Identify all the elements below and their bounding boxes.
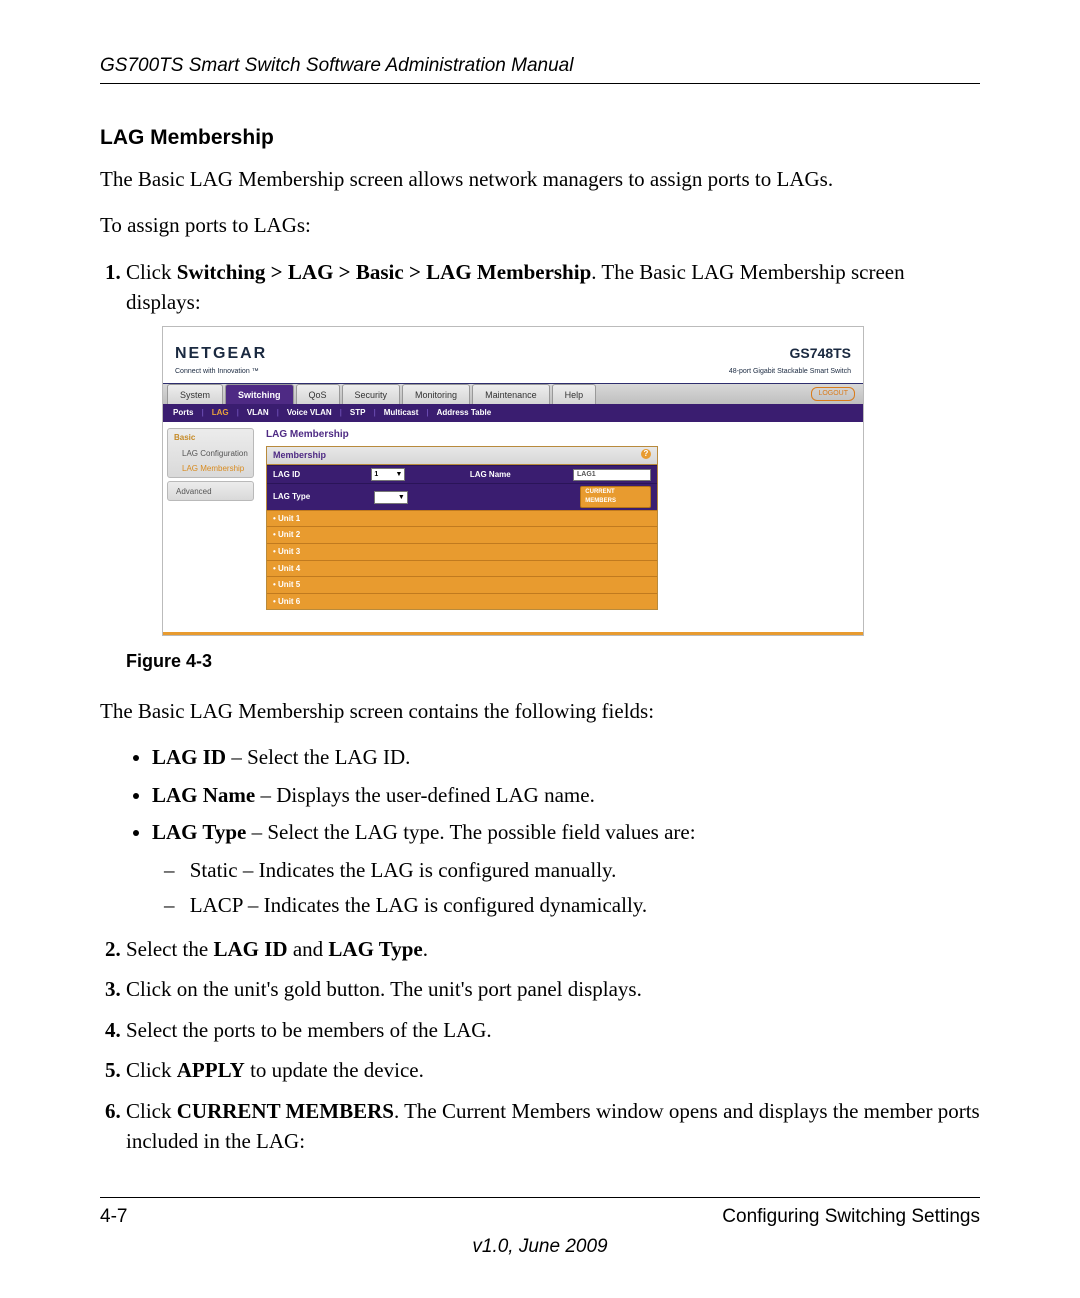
unit-row-4[interactable]: Unit 4: [267, 560, 657, 577]
sidebar-group-basic[interactable]: Basic: [168, 429, 253, 446]
help-icon[interactable]: ?: [641, 449, 651, 459]
label-lag-name: LAG Name: [464, 466, 567, 483]
fields-intro: The Basic LAG Membership screen contains…: [100, 696, 980, 726]
step-3: Click on the unit's gold button. The uni…: [126, 974, 980, 1004]
step6-b: CURRENT MEMBERS: [177, 1099, 394, 1123]
step2-post: .: [423, 937, 428, 961]
lag-type-select[interactable]: ▼: [374, 491, 408, 504]
sidebar-item-lag-configuration[interactable]: LAG Configuration: [168, 446, 253, 462]
footer-section-title: Configuring Switching Settings: [722, 1206, 980, 1228]
tab-switching[interactable]: Switching: [225, 384, 294, 404]
field-type-lacp: LACP – Indicates the LAG is configured d…: [186, 890, 980, 922]
content-title: LAG Membership: [266, 428, 855, 443]
label-lag-id: LAG ID: [267, 466, 365, 483]
tab-help[interactable]: Help: [552, 384, 597, 404]
step5-post: to update the device.: [245, 1058, 424, 1082]
tab-qos[interactable]: QoS: [296, 384, 340, 404]
footer-version: v1.0, June 2009: [100, 1236, 980, 1258]
lag-name-input[interactable]: LAG1: [573, 469, 651, 481]
field-lag-type-name: LAG Type: [152, 820, 246, 844]
page-footer: 4-7 Configuring Switching Settings: [100, 1197, 980, 1228]
subtab-multicast[interactable]: Multicast: [384, 407, 419, 419]
brand-text: NETGEAR: [175, 345, 267, 362]
step-6: Click CURRENT MEMBERS. The Current Membe…: [126, 1096, 980, 1157]
step-4: Select the ports to be members of the LA…: [126, 1015, 980, 1045]
subtab-voice-vlan[interactable]: Voice VLAN: [287, 407, 332, 419]
unit-row-5[interactable]: Unit 5: [267, 576, 657, 593]
model-label: GS748TS 48-port Gigabit Stackable Smart …: [729, 337, 851, 378]
step2-b1: LAG ID: [213, 937, 287, 961]
subtab-vlan[interactable]: VLAN: [247, 407, 269, 419]
field-lag-type-desc: – Select the LAG type. The possible fiel…: [246, 820, 695, 844]
footer-page-number: 4-7: [100, 1206, 127, 1228]
lag-id-select[interactable]: 1▼: [371, 468, 405, 481]
step2-b2: LAG Type: [328, 937, 422, 961]
field-lag-name-name: LAG Name: [152, 783, 255, 807]
netgear-logo: NETGEAR Connect with Innovation ™: [175, 337, 267, 378]
step5-pre: Click: [126, 1058, 177, 1082]
step-5: Click APPLY to update the device.: [126, 1055, 980, 1085]
step2-pre: Select the: [126, 937, 213, 961]
main-tabs: System Switching QoS Security Monitoring…: [163, 384, 863, 404]
step-1: Click Switching > LAG > Basic > LAG Memb…: [126, 257, 980, 674]
field-lag-id-name: LAG ID: [152, 745, 226, 769]
step1-prefix: Click: [126, 260, 177, 284]
current-members-button[interactable]: CURRENT MEMBERS: [580, 486, 651, 507]
sidebar-item-lag-membership[interactable]: LAG Membership: [168, 461, 253, 477]
unit-row-6[interactable]: Unit 6: [267, 593, 657, 610]
panel-head-label: Membership: [273, 449, 326, 462]
label-lag-type: LAG Type: [267, 484, 368, 509]
tab-maintenance[interactable]: Maintenance: [472, 384, 550, 404]
logout-button[interactable]: LOGOUT: [811, 387, 855, 401]
field-lag-id-desc: – Select the LAG ID.: [226, 745, 410, 769]
field-lag-id: LAG ID – Select the LAG ID.: [152, 742, 980, 774]
step2-mid: and: [288, 937, 329, 961]
step-2: Select the LAG ID and LAG Type.: [126, 934, 980, 964]
figure-screenshot: NETGEAR Connect with Innovation ™ GS748T…: [162, 326, 980, 636]
model-desc: 48-port Gigabit Stackable Smart Switch: [729, 367, 851, 377]
model-name: GS748TS: [790, 345, 851, 361]
brand-tagline: Connect with Innovation ™: [175, 367, 267, 377]
lag-id-value: 1: [374, 470, 378, 479]
running-header: GS700TS Smart Switch Software Administra…: [100, 55, 980, 84]
field-lag-name: LAG Name – Displays the user-defined LAG…: [152, 780, 980, 812]
subtab-ports[interactable]: Ports: [173, 407, 193, 419]
subtab-lag[interactable]: LAG: [212, 407, 229, 419]
unit-row-2[interactable]: Unit 2: [267, 526, 657, 543]
tab-security[interactable]: Security: [342, 384, 401, 404]
step1-path: Switching > LAG > Basic > LAG Membership: [177, 260, 592, 284]
tab-system[interactable]: System: [167, 384, 223, 404]
intro-paragraph: The Basic LAG Membership screen allows n…: [100, 164, 980, 194]
subtab-stp[interactable]: STP: [350, 407, 366, 419]
field-lag-type: LAG Type – Select the LAG type. The poss…: [152, 817, 980, 922]
step5-b: APPLY: [177, 1058, 245, 1082]
unit-row-3[interactable]: Unit 3: [267, 543, 657, 560]
sidebar-item-advanced[interactable]: Advanced: [168, 482, 253, 501]
field-type-static: Static – Indicates the LAG is configured…: [186, 855, 980, 887]
field-lag-name-desc: – Displays the user-defined LAG name.: [255, 783, 595, 807]
step6-pre: Click: [126, 1099, 177, 1123]
lead-in: To assign ports to LAGs:: [100, 210, 980, 240]
tab-monitoring[interactable]: Monitoring: [402, 384, 470, 404]
unit-row-1[interactable]: Unit 1: [267, 510, 657, 527]
sub-tabs: Ports| LAG| VLAN| Voice VLAN| STP| Multi…: [163, 404, 863, 422]
section-heading: LAG Membership: [100, 126, 980, 150]
subtab-address-table[interactable]: Address Table: [437, 407, 492, 419]
membership-panel: Membership ? LAG ID 1▼ LA: [266, 446, 658, 610]
figure-caption: Figure 4-3: [126, 648, 980, 674]
sidebar: Basic LAG Configuration LAG Membership A…: [163, 422, 258, 632]
